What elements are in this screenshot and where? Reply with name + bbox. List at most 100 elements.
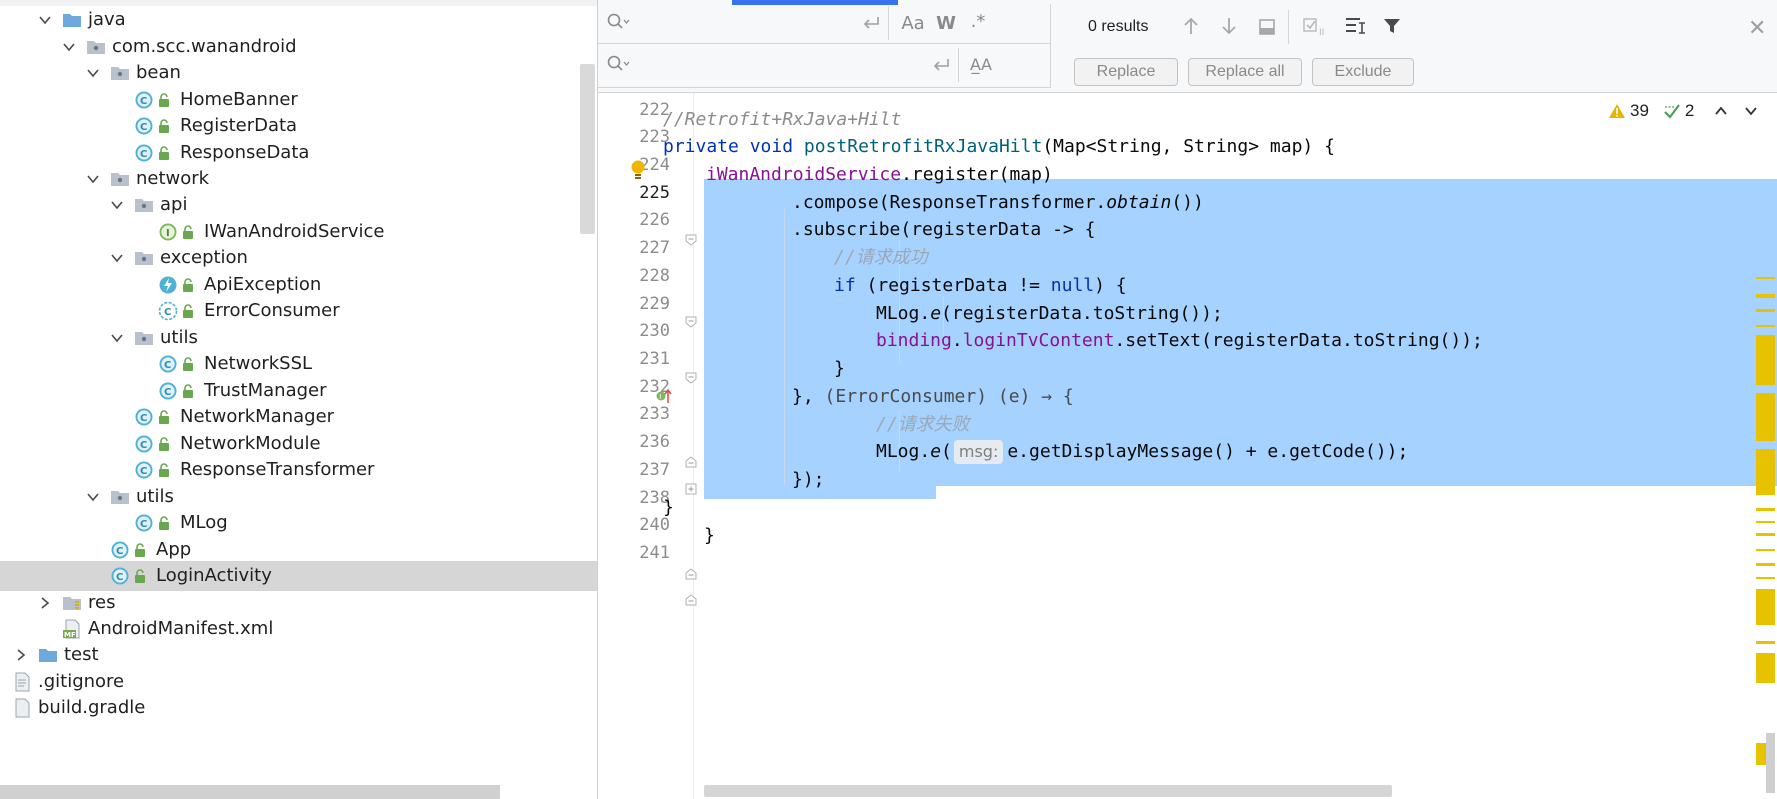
code-line-229[interactable]: if (registerData != null) { <box>598 270 1777 301</box>
tree-item[interactable]: build.gradle <box>0 693 597 723</box>
warning-stripe-mark[interactable] <box>1756 508 1775 511</box>
code-line-237[interactable]: MLog.e(msg: e.getDisplayMessage() + e.get… <box>598 436 1777 467</box>
parameter-hint: msg: <box>953 440 1004 464</box>
code-text: (registerData != <box>855 275 1051 296</box>
inspection-widget[interactable]: 39 2 <box>1608 101 1758 121</box>
editor-horizontal-scrollbar[interactable] <box>704 785 1392 797</box>
funnel-filter-icon[interactable] <box>1380 14 1404 38</box>
chevron-right-icon[interactable] <box>38 596 52 610</box>
chevron-down-icon[interactable] <box>110 331 124 345</box>
text-file-icon <box>12 672 32 692</box>
code-line-233[interactable]: }, (ErrorConsumer) (e) → { <box>598 381 1777 412</box>
show-in-find-window-icon[interactable] <box>1256 16 1278 38</box>
select-all-occurrences-icon[interactable]: II <box>1302 14 1328 38</box>
tree-item[interactable]: test <box>0 640 597 670</box>
code-line-241[interactable]: } <box>598 520 1777 551</box>
tree-item[interactable]: C NetworkManager <box>0 402 597 432</box>
warning-stripe-mark[interactable] <box>1756 549 1775 551</box>
new-line-icon[interactable] <box>860 13 882 33</box>
warning-stripe-mark[interactable] <box>1756 641 1775 644</box>
svg-text:C: C <box>140 149 147 160</box>
warning-stripe-mark[interactable] <box>1756 577 1775 579</box>
warning-stripe-mark[interactable] <box>1756 325 1775 327</box>
interface-icon: I <box>158 222 178 242</box>
code-line-232[interactable]: } <box>598 353 1777 384</box>
tree-item[interactable]: C ErrorConsumer <box>0 296 597 326</box>
code-line-225[interactable]: iWanAndroidService.register(map) <box>598 159 1777 190</box>
preserve-case-toggle[interactable]: A̲A <box>968 53 994 75</box>
replace-history-icon[interactable] <box>606 54 630 74</box>
previous-occurrence-icon[interactable] <box>1180 14 1202 38</box>
chevron-right-icon[interactable] <box>14 648 28 662</box>
tree-item-label: App <box>156 539 192 560</box>
tree-item[interactable]: C ResponseTransformer <box>0 455 597 485</box>
fold-end-icon[interactable] <box>684 593 698 607</box>
tree-item[interactable]: C NetworkSSL <box>0 349 597 379</box>
search-history-icon[interactable] <box>606 12 630 32</box>
warning-stripe-mark[interactable] <box>1756 309 1775 312</box>
warning-stripe-mark[interactable] <box>1756 653 1775 683</box>
tree-item[interactable]: C MLog <box>0 508 597 538</box>
tree-item-label: ResponseTransformer <box>180 459 375 480</box>
class-icon: C <box>134 460 154 480</box>
search-results-count: 0 results <box>1088 18 1149 35</box>
chevron-down-icon[interactable] <box>38 13 52 27</box>
warning-stripe-mark[interactable] <box>1756 294 1775 298</box>
code-line-227[interactable]: .subscribe(registerData -> { <box>598 214 1777 245</box>
tree-item[interactable]: C LoginActivity <box>0 561 597 591</box>
tree-item-label: TrustManager <box>204 380 327 401</box>
package-icon <box>110 169 130 189</box>
code-line-224[interactable]: private void postRetrofitRxJavaHilt(Map<… <box>598 131 1777 162</box>
chevron-down-icon[interactable] <box>86 66 100 80</box>
package-icon <box>134 195 154 215</box>
warning-stripe-mark[interactable] <box>1756 563 1775 566</box>
filter-search-results-icon[interactable] <box>1342 14 1368 38</box>
tree-item[interactable]: bean <box>0 58 597 88</box>
tree-item[interactable]: C RegisterData <box>0 111 597 141</box>
tree-horizontal-scrollbar[interactable] <box>0 785 500 799</box>
match-case-toggle[interactable]: Aa <box>900 12 926 34</box>
chevron-down-icon[interactable] <box>86 172 100 186</box>
chevron-down-icon[interactable] <box>86 490 100 504</box>
code-field: binding <box>876 330 952 351</box>
close-find-icon[interactable]: ✕ <box>1748 16 1766 41</box>
exclude-button[interactable]: Exclude <box>1312 58 1414 86</box>
next-occurrence-icon[interactable] <box>1218 14 1240 38</box>
tree-item[interactable]: exception <box>0 243 597 273</box>
replace-new-line-icon[interactable] <box>930 55 952 75</box>
previous-highlight-icon[interactable] <box>1714 105 1728 117</box>
lock-icon <box>158 437 170 451</box>
code-line-238[interactable]: }); <box>598 464 1777 495</box>
warning-stripe-mark[interactable] <box>1756 521 1775 523</box>
chevron-down-icon[interactable] <box>110 251 124 265</box>
warning-stripe-mark[interactable] <box>1756 449 1775 495</box>
class-icon: C <box>134 407 154 427</box>
find-field[interactable]: Aa W .* <box>598 0 1050 44</box>
regex-toggle[interactable]: .* <box>966 10 990 32</box>
warning-stripe-mark[interactable] <box>1756 277 1775 279</box>
warning-stripe-mark[interactable] <box>1756 589 1775 625</box>
fold-end-icon[interactable] <box>684 567 698 581</box>
code-editor[interactable]: 222 223 224 225 226 227 228 229 230 231 232 233 236 2… <box>598 93 1777 799</box>
folded-lambda-text[interactable]: (ErrorConsumer) (e) → { <box>825 386 1074 407</box>
warning-stripe-mark[interactable] <box>1756 533 1775 536</box>
replace-field[interactable]: A̲A <box>598 44 1050 88</box>
warning-stripe-mark[interactable] <box>1756 335 1775 385</box>
chevron-down-icon[interactable] <box>62 40 76 54</box>
replace-all-button[interactable]: Replace all <box>1188 58 1302 86</box>
replace-button[interactable]: Replace <box>1074 58 1178 86</box>
code-line-240[interactable]: } <box>598 492 1777 523</box>
tree-item[interactable]: api <box>0 190 597 220</box>
next-highlight-icon[interactable] <box>1744 105 1758 117</box>
weak-warning-check-icon <box>1664 104 1680 119</box>
warning-stripe-mark[interactable] <box>1756 393 1775 441</box>
tree-item-label: NetworkModule <box>180 433 321 454</box>
tree-item[interactable]: java <box>0 5 597 35</box>
code-line-231[interactable]: binding.loginTvContent.setText(registerD… <box>598 325 1777 356</box>
chevron-down-icon[interactable] <box>110 198 124 212</box>
words-toggle[interactable]: W <box>934 12 958 34</box>
tree-vertical-scrollbar[interactable] <box>580 64 595 234</box>
code-line-228[interactable]: //请求成功 <box>598 242 1777 273</box>
editor-vertical-scrollbar[interactable] <box>1766 733 1775 793</box>
code-text: ) { <box>1094 275 1127 296</box>
